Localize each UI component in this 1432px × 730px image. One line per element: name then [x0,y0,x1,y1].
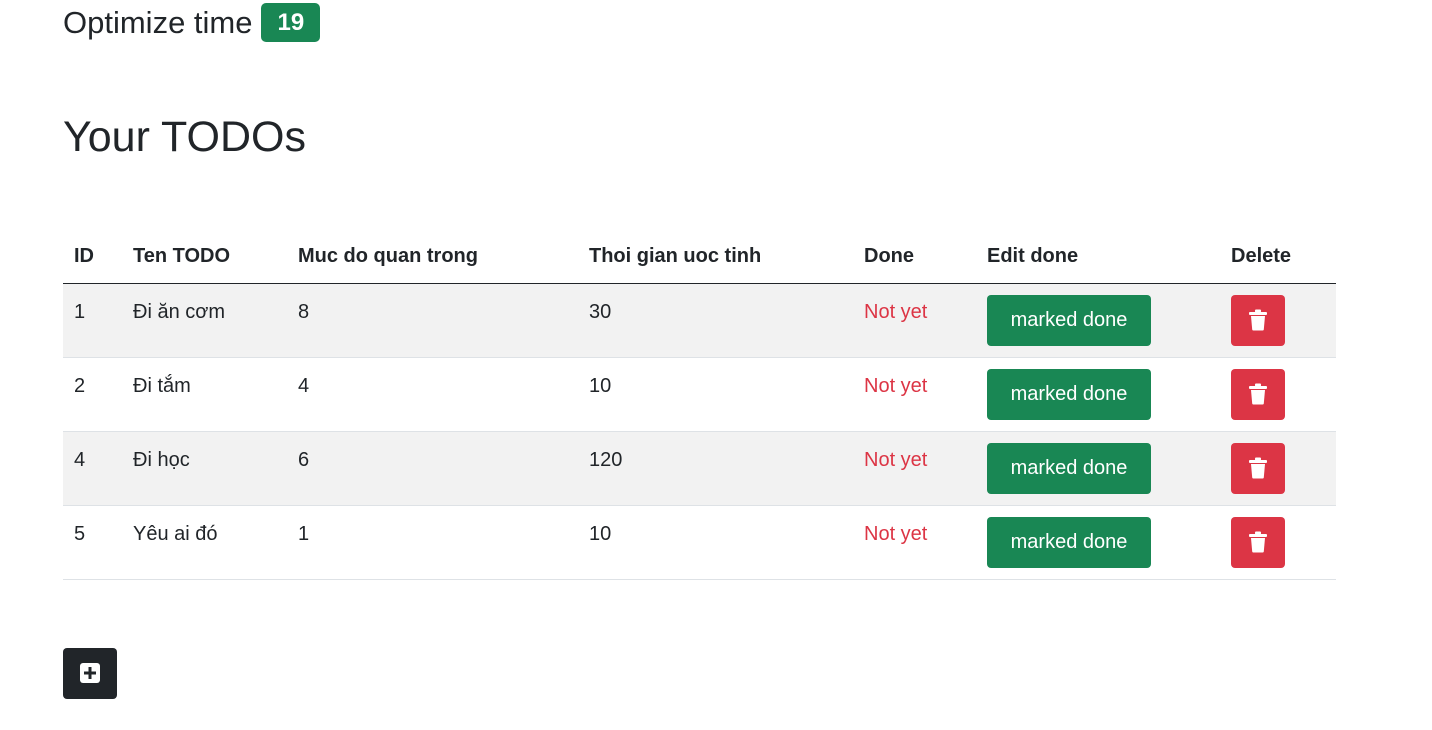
todo-time: 120 [589,449,623,471]
table-row: 1 Đi ăn cơm 8 30 Not yet marked done [63,283,1336,358]
todo-importance: 8 [298,301,310,323]
delete-button[interactable] [1231,443,1285,494]
todo-name: Đi tắm [133,375,191,397]
todo-id: 4 [74,449,86,471]
todo-status: Not yet [864,523,928,545]
todo-table: ID Ten TODO Muc do quan trong Thoi gian … [63,230,1336,580]
todo-id: 1 [74,301,86,323]
table-header-row: ID Ten TODO Muc do quan trong Thoi gian … [63,230,1336,284]
todo-status: Not yet [864,449,928,471]
todo-name: Đi học [133,449,190,471]
table-row: 2 Đi tắm 4 10 Not yet marked done [63,357,1336,432]
todo-time: 10 [589,375,612,397]
marked-done-button[interactable]: marked done [987,295,1151,346]
column-header-done: Done [853,230,976,284]
todo-importance: 4 [298,375,310,397]
column-header-time: Thoi gian uoc tinh [578,230,853,284]
optimize-time-badge: 19 [261,2,321,42]
add-todo-button[interactable] [63,648,117,699]
trash-icon [1249,531,1267,553]
todo-id: 2 [74,375,86,397]
delete-button[interactable] [1231,295,1285,346]
todo-time: 10 [589,523,612,545]
trash-icon [1249,309,1267,331]
todo-importance: 6 [298,449,310,471]
todo-name: Đi ăn cơm [133,301,226,323]
column-header-importance: Muc do quan trong [287,230,578,284]
column-header-edit-done: Edit done [976,230,1220,284]
todo-id: 5 [74,523,86,545]
delete-button[interactable] [1231,517,1285,568]
plus-square-icon [80,663,100,683]
todo-name: Yêu ai đó [133,523,218,545]
optimize-time: Optimize time 19 [63,0,321,44]
column-header-name: Ten TODO [122,230,287,284]
todo-importance: 1 [298,523,310,545]
marked-done-button[interactable]: marked done [987,369,1151,420]
table-row: 5 Yêu ai đó 1 10 Not yet marked done [63,505,1336,580]
marked-done-button[interactable]: marked done [987,443,1151,494]
page-title: Your TODOs [63,113,306,161]
column-header-id: ID [63,230,122,284]
delete-button[interactable] [1231,369,1285,420]
trash-icon [1249,457,1267,479]
todo-status: Not yet [864,301,928,323]
marked-done-button[interactable]: marked done [987,517,1151,568]
page: Optimize time 19 Your TODOs ID Ten TODO … [0,0,1432,730]
todo-status: Not yet [864,375,928,397]
trash-icon [1249,383,1267,405]
todo-time: 30 [589,301,612,323]
column-header-delete: Delete [1220,230,1336,284]
optimize-time-label: Optimize time [63,4,253,40]
table-row: 4 Đi học 6 120 Not yet marked done [63,431,1336,506]
